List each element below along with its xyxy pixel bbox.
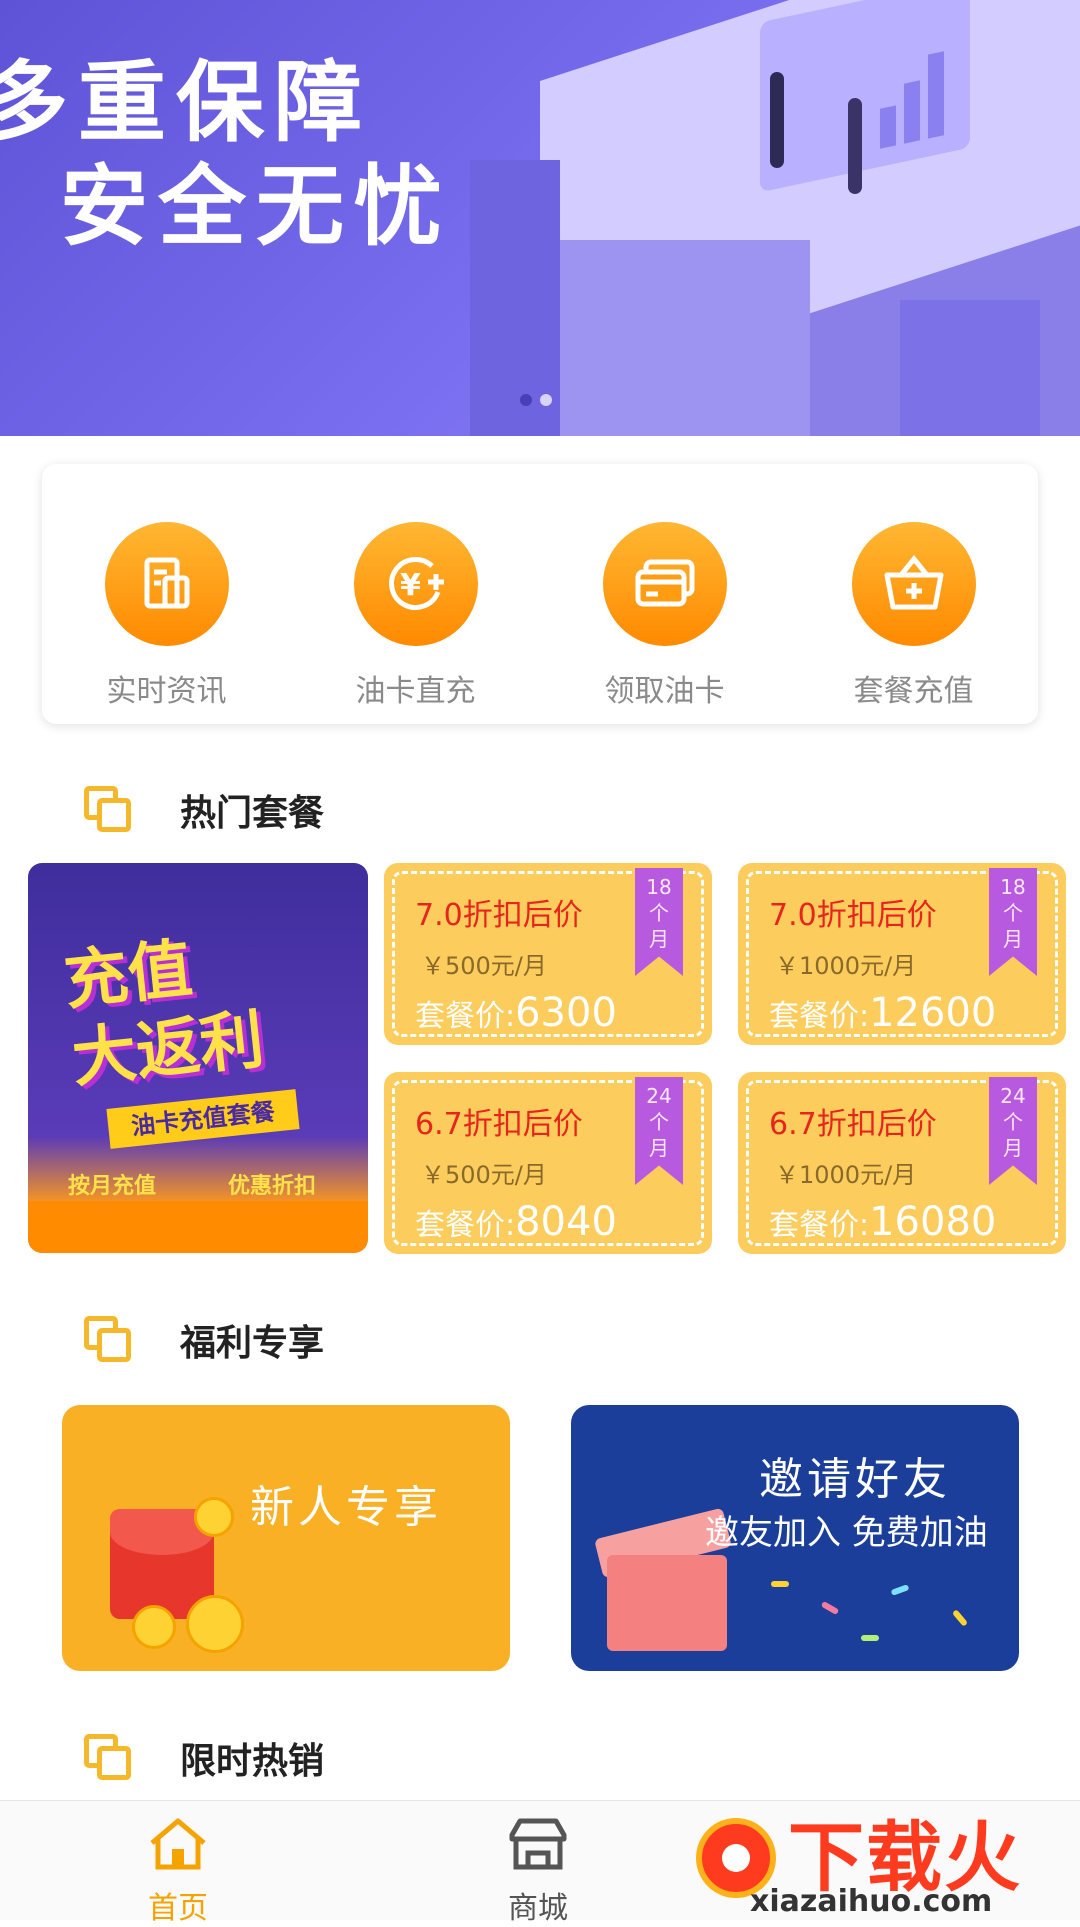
tab-mall-label: 商城	[508, 1891, 568, 1926]
package-term-ribbon: 18 个月	[989, 868, 1037, 976]
hero-banner[interactable]: 多重保障 安全无忧	[0, 0, 1080, 436]
package-discount: 7.0折扣后价	[769, 898, 937, 933]
banner-person-figure	[848, 98, 862, 194]
package-monthly: ￥1000元/月	[775, 1161, 917, 1189]
package-price-row: 套餐价:12600	[769, 990, 997, 1036]
basket-plus-icon	[851, 522, 976, 646]
news-icon	[104, 522, 229, 646]
poster-main-text: 充值 大返利	[60, 932, 268, 1097]
invite-friends-banner[interactable]: 邀请好友 邀友加入 免费加油	[571, 1405, 1019, 1671]
package-price: 16080	[869, 1199, 997, 1245]
package-price-row: 套餐价:8040	[415, 1199, 617, 1245]
card-icon	[602, 522, 727, 646]
banner-illustration-cube	[900, 300, 1040, 436]
coin-icon	[132, 1605, 176, 1649]
section-title-flash: 限时热销	[180, 1741, 325, 1782]
quick-label-card-recharge: 油卡直充	[355, 674, 476, 709]
quick-label-get-card: 领取油卡	[604, 674, 725, 709]
banner-illustration-side	[540, 240, 810, 436]
new-user-banner[interactable]: 新人专享	[62, 1405, 510, 1671]
home-icon	[150, 1818, 206, 1870]
banner-person-figure	[770, 72, 784, 168]
quick-item-get-card[interactable]: 领取油卡	[565, 522, 765, 710]
package-price: 8040	[515, 1199, 617, 1245]
poster-tag-discount: 优惠折扣	[228, 1174, 317, 1199]
poster-ribbon: 油卡充值套餐	[106, 1089, 300, 1149]
invite-subtitle: 邀友加入 免费加油	[705, 1513, 988, 1553]
quick-label-news: 实时资讯	[106, 674, 227, 709]
banner-title-line2: 安全无忧	[60, 155, 453, 258]
tab-home-label: 首页	[148, 1891, 208, 1926]
package-price: 12600	[869, 990, 997, 1036]
quick-menu-card: 实时资讯 ¥ 油卡直充 领取油卡 套餐充值	[42, 464, 1038, 724]
section-squares-icon	[84, 1316, 136, 1364]
section-title-hot: 热门套餐	[180, 793, 325, 834]
yen-plus-icon: ¥	[353, 522, 478, 646]
package-monthly: ￥500元/月	[421, 1161, 547, 1189]
gift-box-icon	[607, 1555, 727, 1651]
section-title-welfare: 福利专享	[180, 1323, 325, 1364]
quick-item-news[interactable]: 实时资讯	[67, 522, 267, 710]
banner-dot[interactable]	[540, 394, 552, 406]
package-card[interactable]: 6.7折扣后价 ￥500元/月 套餐价:8040 24 个月	[384, 1072, 712, 1254]
package-monthly: ￥500元/月	[421, 952, 547, 980]
section-squares-icon	[84, 786, 136, 834]
package-term-ribbon: 24 个月	[635, 1077, 683, 1185]
quick-item-package-recharge[interactable]: 套餐充值	[814, 522, 1014, 710]
package-card[interactable]: 6.7折扣后价 ￥1000元/月 套餐价:16080 24 个月	[738, 1072, 1066, 1254]
svg-text:¥: ¥	[400, 568, 421, 603]
package-term-ribbon: 24 个月	[989, 1077, 1037, 1185]
poster-tag-monthly: 按月充值	[68, 1174, 157, 1199]
banner-dot-active[interactable]	[520, 394, 532, 406]
package-term-ribbon: 18 个月	[635, 868, 683, 976]
package-price-row: 套餐价:6300	[415, 990, 617, 1036]
watermark-logo: 下载火 xiazaihuo.com	[640, 1778, 1080, 1920]
package-card[interactable]: 7.0折扣后价 ￥500元/月 套餐价:6300 18 个月	[384, 863, 712, 1045]
coin-icon	[194, 1497, 234, 1537]
new-user-title: 新人专享	[250, 1482, 442, 1533]
promo-poster[interactable]: 充值 大返利 油卡充值套餐 按月充值 优惠折扣	[28, 863, 368, 1253]
quick-label-package-recharge: 套餐充值	[853, 674, 974, 709]
package-price-row: 套餐价:16080	[769, 1199, 997, 1245]
quick-item-card-recharge[interactable]: ¥ 油卡直充	[316, 522, 516, 710]
tab-mall[interactable]: 商城	[448, 1815, 628, 1927]
package-discount: 6.7折扣后价	[769, 1107, 937, 1142]
tab-home[interactable]: 首页	[88, 1815, 268, 1927]
package-monthly: ￥1000元/月	[775, 952, 917, 980]
watermark-url: xiazaihuo.com	[750, 1884, 993, 1919]
section-squares-icon	[84, 1734, 136, 1782]
section-header-welfare: 福利专享	[84, 1314, 324, 1366]
section-header-hot: 热门套餐	[84, 784, 324, 836]
package-price: 6300	[515, 990, 617, 1036]
package-discount: 6.7折扣后价	[415, 1107, 583, 1142]
package-card[interactable]: 7.0折扣后价 ￥1000元/月 套餐价:12600 18 个月	[738, 863, 1066, 1045]
store-icon	[509, 1818, 567, 1870]
package-discount: 7.0折扣后价	[415, 898, 583, 933]
poster-bottom-band	[28, 1201, 368, 1253]
section-header-flash: 限时热销	[84, 1732, 324, 1784]
banner-pagination[interactable]	[520, 394, 552, 406]
coin-icon	[186, 1595, 244, 1653]
invite-title: 邀请好友	[759, 1454, 951, 1505]
